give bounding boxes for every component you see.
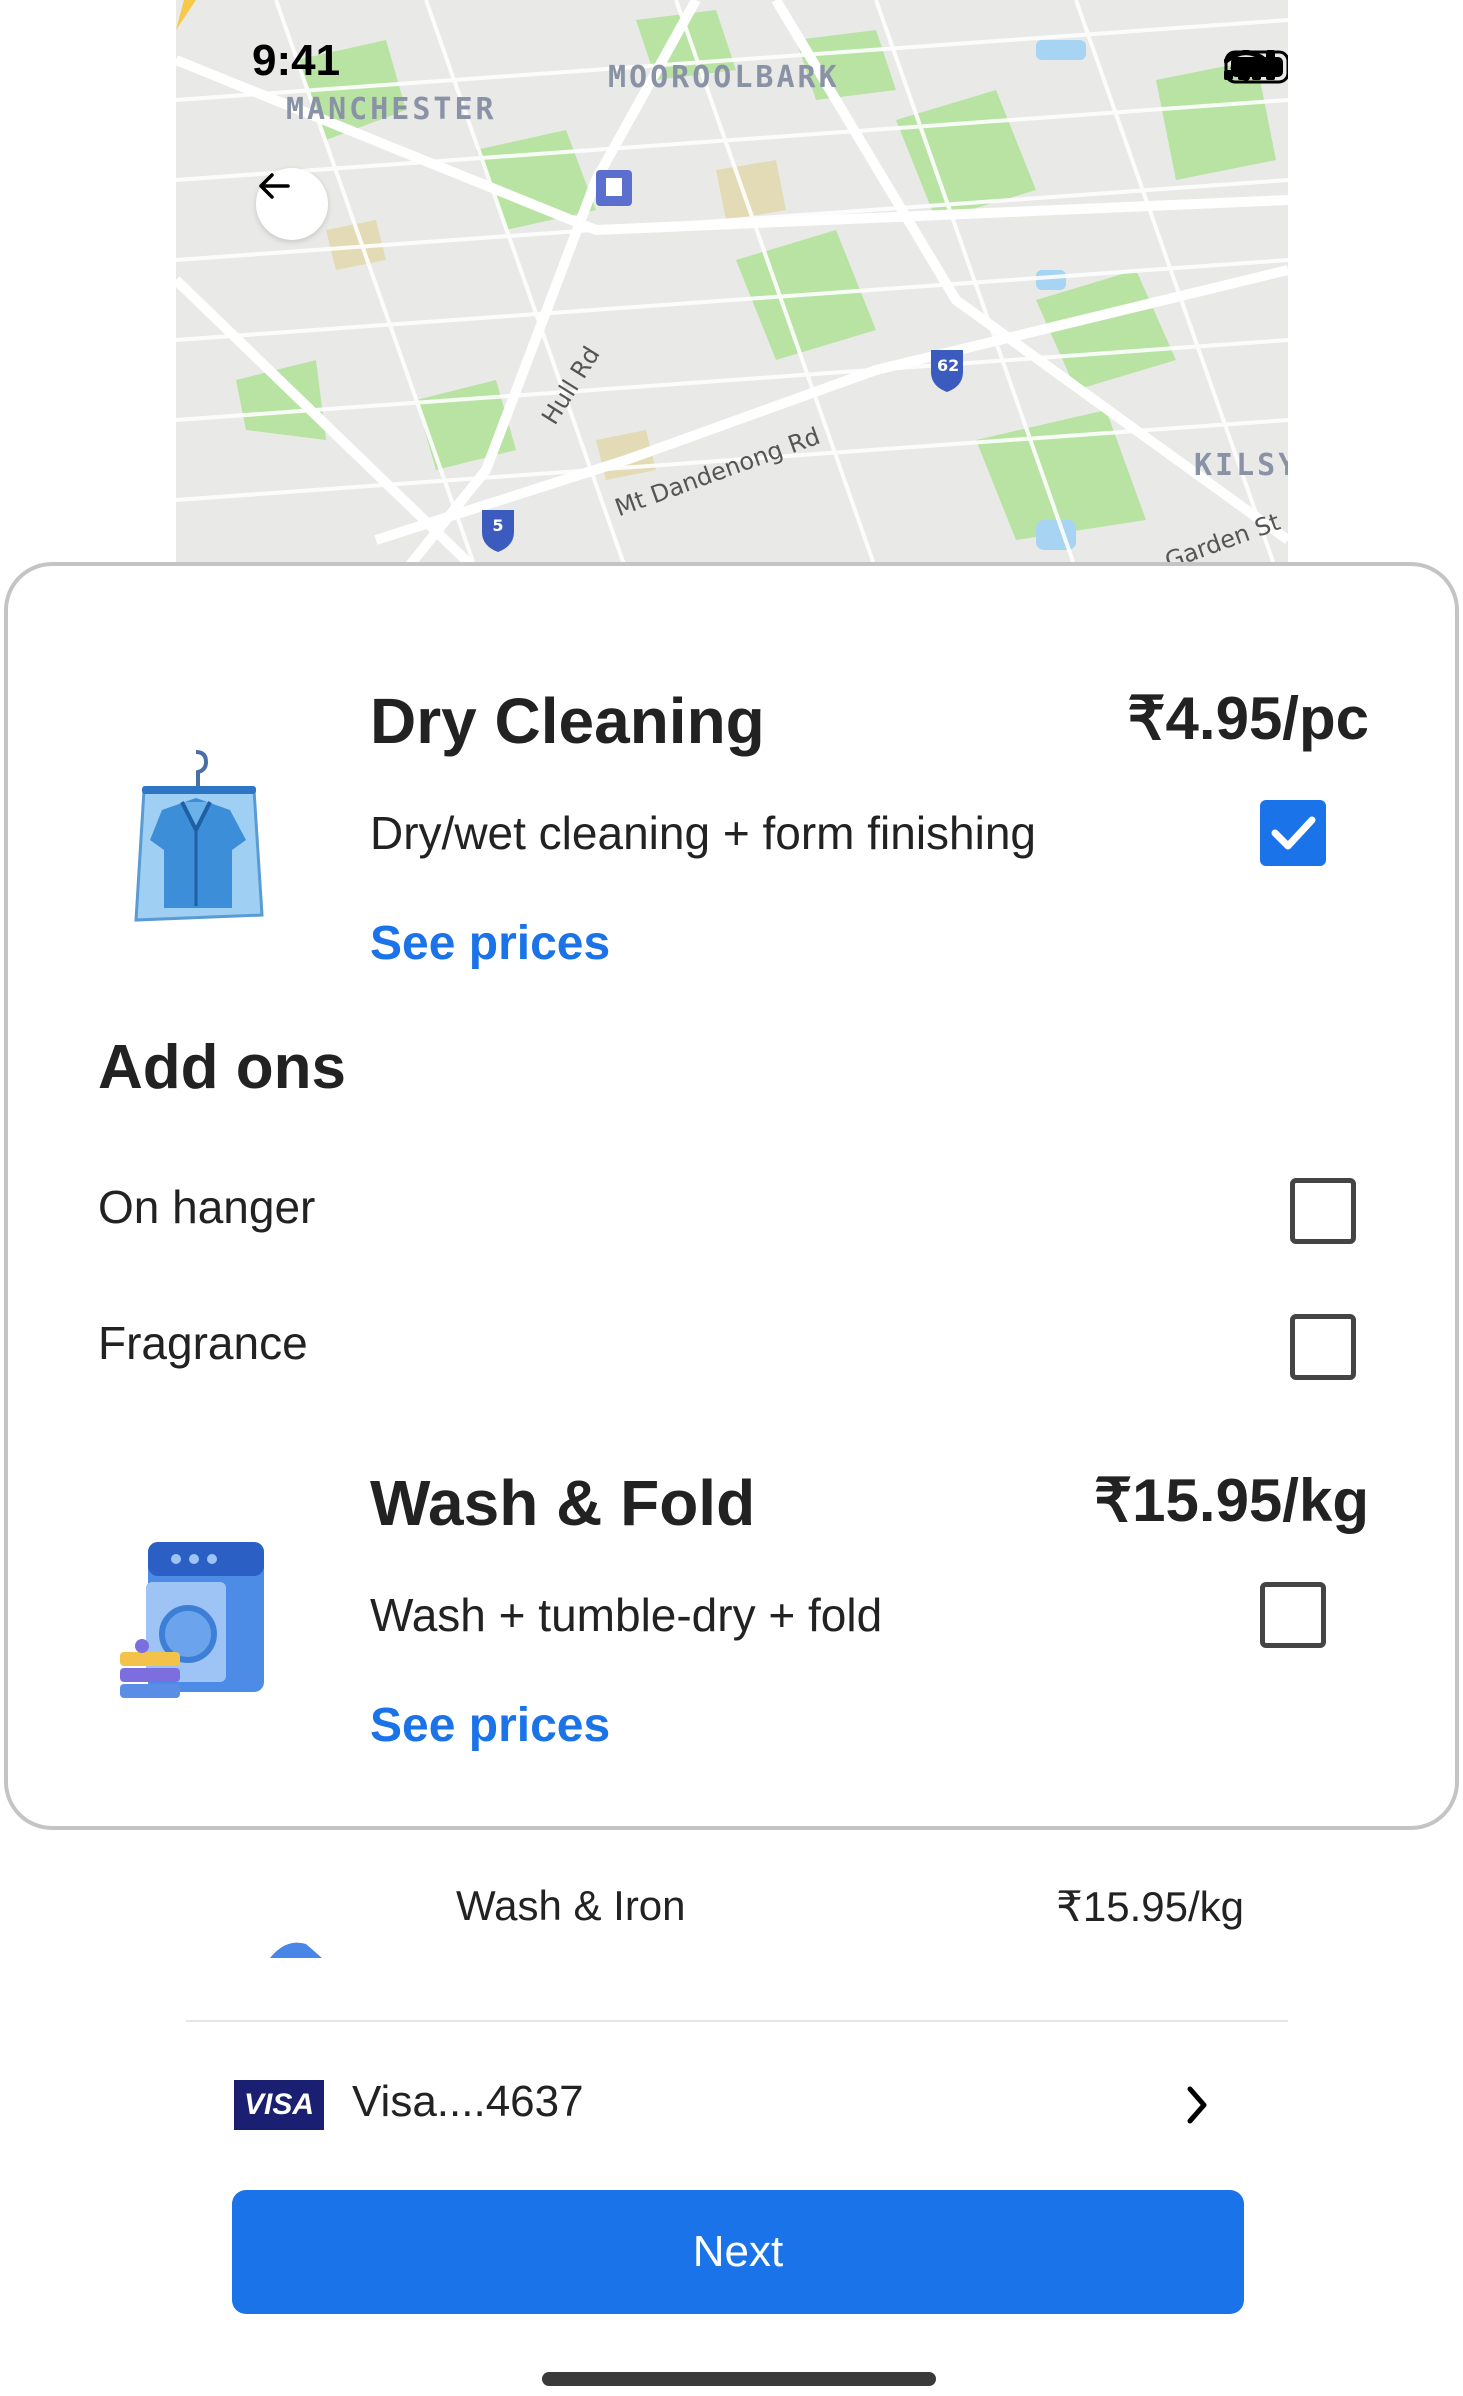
service-desc-wash-fold: Wash + tumble-dry + fold: [370, 1589, 883, 1641]
service-title: Wash & Iron: [456, 1882, 686, 1929]
wash-fold-checkbox[interactable]: [1260, 1582, 1326, 1648]
addon-label-on-hanger: On hanger: [98, 1181, 316, 1233]
washing-machine-icon: [120, 1542, 264, 1698]
visa-logo: VISA: [234, 2080, 324, 2130]
on-hanger-checkbox[interactable]: [1290, 1178, 1356, 1244]
home-indicator: [542, 2372, 936, 2386]
payment-method-label: Visa....4637: [352, 2077, 584, 2126]
iron-icon: [270, 1942, 322, 1958]
service-selection-card: Dry Cleaning ₹4.95/pc Dry/wet cleaning +…: [4, 562, 1459, 1830]
map-view[interactable]: MANCHESTER MOOROOLBARK KILSY Hull Rd Mt …: [176, 0, 1288, 570]
map-label-mooroolbark: MOOROOLBARK: [608, 60, 840, 95]
route-badge-62: 62: [937, 356, 960, 375]
status-time: 9:41: [252, 36, 341, 85]
arrow-left-icon: [259, 173, 290, 199]
payment-method-row[interactable]: VISA Visa....4637: [186, 2025, 1288, 2185]
map-label-kilsyth: KILSY: [1194, 448, 1288, 483]
service-price: ₹15.95/kg: [1056, 1883, 1244, 1930]
addon-label-fragrance: Fragrance: [98, 1317, 308, 1369]
fragrance-checkbox[interactable]: [1290, 1314, 1356, 1380]
dry-cleaning-shirt-icon: [134, 750, 264, 922]
service-title-dry-cleaning: Dry Cleaning: [370, 685, 765, 757]
next-button[interactable]: Next: [232, 2190, 1244, 2314]
see-prices-link-dry-cleaning[interactable]: See prices: [370, 916, 610, 971]
addons-title: Add ons: [98, 1033, 346, 1102]
service-price-dry-cleaning: ₹4.95/pc: [1127, 685, 1369, 752]
dry-cleaning-checkbox[interactable]: [1260, 800, 1326, 866]
service-row-wash-iron[interactable]: Wash & Iron ₹15.95/kg: [186, 1830, 1288, 2022]
see-prices-link-wash-fold[interactable]: See prices: [370, 1698, 610, 1753]
route-badge-5: 5: [492, 516, 504, 535]
map-label-manchester: MANCHESTER: [286, 92, 497, 127]
back-button[interactable]: [256, 168, 328, 240]
chevron-right-icon: [1187, 2086, 1207, 2124]
battery-icon: [1224, 50, 1288, 84]
checkmark-icon: [1271, 816, 1316, 850]
service-price-wash-fold: ₹15.95/kg: [1093, 1467, 1369, 1534]
service-desc-dry-cleaning: Dry/wet cleaning + form finishing: [370, 807, 1037, 859]
service-title-wash-fold: Wash & Fold: [370, 1467, 756, 1539]
